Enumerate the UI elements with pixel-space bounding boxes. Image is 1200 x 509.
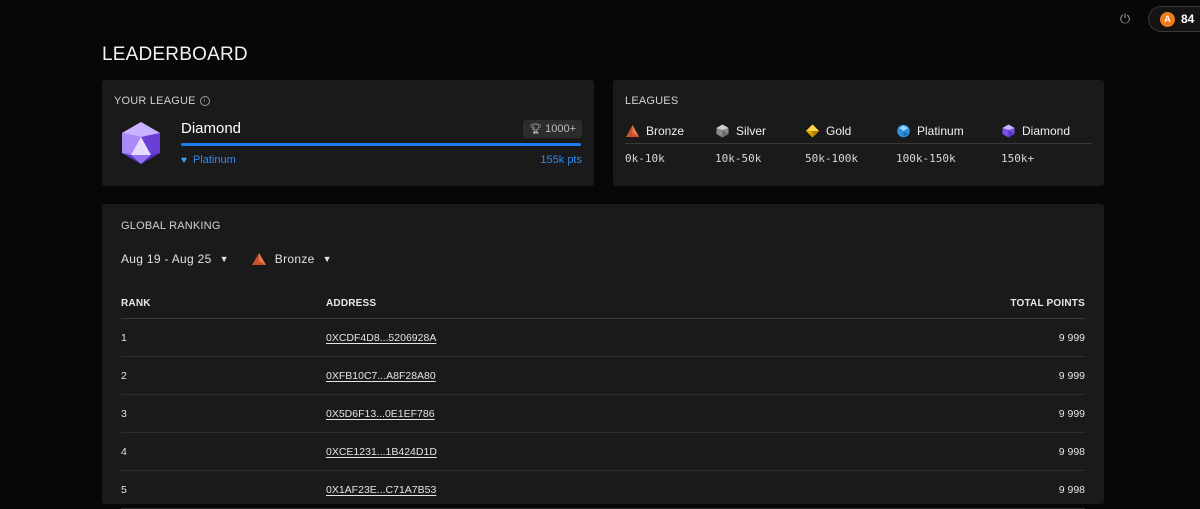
- info-icon[interactable]: i: [199, 96, 210, 106]
- league-range-diamond: 150k+: [1001, 152, 1035, 165]
- global-ranking-label: GLOBAL RANKING: [121, 220, 221, 232]
- league-progress-fill: [181, 143, 581, 146]
- column-header-rank[interactable]: RANK: [121, 298, 326, 309]
- league-range-bronze: 0k-10k: [625, 152, 665, 165]
- account-balance: 84: [1181, 12, 1195, 26]
- league-name: Diamond: [1022, 123, 1071, 138]
- league-points: 155k pts: [540, 154, 582, 166]
- silver-gem-icon: [716, 124, 729, 137]
- your-league-header: YOUR LEAGUE i: [114, 95, 210, 107]
- league-range-gold: 50k-100k: [805, 152, 858, 165]
- rank-cell: 5: [121, 483, 127, 496]
- rank-cell: 2: [121, 369, 127, 382]
- table-header: RANK ADDRESS TOTAL POINTS: [121, 288, 1085, 319]
- bronze-triangle-icon: [626, 124, 639, 137]
- leagues-label: LEAGUES: [625, 95, 679, 107]
- top-right-controls: ⏻ A 84: [1112, 6, 1200, 32]
- points-cell: 9 998: [1058, 483, 1085, 496]
- table-row: 2 0XFB10C7...A8F28A80 9 999: [121, 357, 1085, 395]
- rank-cell: 3: [121, 407, 127, 420]
- leagues-ranges-row: 0k-10k 10k-50k 50k-100k 100k-150k 150k+: [625, 152, 1092, 165]
- address-link[interactable]: 0X1AF23E...C71A7B53: [326, 484, 436, 496]
- league-name: Platinum: [917, 123, 964, 138]
- points-cell: 9 998: [1058, 445, 1085, 458]
- league-silver: Silver: [715, 124, 805, 138]
- rank-cell: 1: [121, 331, 127, 344]
- league-progress-bar: [181, 143, 581, 146]
- gold-gem-icon: [806, 124, 819, 137]
- diamond-gem-icon: [1002, 124, 1015, 137]
- points-cell: 9 999: [1058, 369, 1085, 382]
- league-bronze: Bronze: [625, 124, 715, 138]
- account-button[interactable]: A 84: [1148, 6, 1200, 32]
- leagues-names-row: Bronze Silver Gold Platinum Diamond: [625, 118, 1092, 144]
- league-gold: Gold: [805, 124, 896, 138]
- points-cell: 9 999: [1058, 407, 1085, 420]
- leagues-card: LEAGUES Bronze Silver Gold Platinum Diam…: [613, 80, 1104, 186]
- page-title: LEADERBOARD: [102, 44, 248, 65]
- league-platinum: Platinum: [896, 124, 1001, 138]
- ranking-filters: Aug 19 - Aug 25 ▼ Bronze ▼: [121, 252, 332, 266]
- league-name: Silver: [736, 123, 767, 138]
- address-link[interactable]: 0XCE1231...1B424D1D: [326, 446, 437, 458]
- chevron-down-icon: ▼: [322, 254, 332, 264]
- current-league-name: Diamond: [181, 120, 242, 137]
- avatar: A: [1160, 11, 1175, 27]
- column-header-address[interactable]: ADDRESS: [326, 298, 925, 309]
- league-diamond: Diamond: [1001, 124, 1091, 138]
- date-range-value: Aug 19 - Aug 25: [121, 252, 212, 266]
- points-cell: 9 999: [1058, 331, 1085, 344]
- diamond-league-gem-icon: [122, 122, 160, 164]
- your-league-card: YOUR LEAGUE i Diamond 🏆︎ 1000+ ♥ Platinu…: [102, 80, 594, 186]
- league-filter-dropdown[interactable]: Bronze ▼: [251, 252, 332, 266]
- ranking-table: RANK ADDRESS TOTAL POINTS 1 0XCDF4D8...5…: [121, 288, 1085, 509]
- table-row: 5 0X1AF23E...C71A7B53 9 998: [121, 471, 1085, 509]
- league-range-silver: 10k-50k: [715, 152, 762, 165]
- rank-cell: 4: [121, 445, 127, 458]
- league-range-platinum: 100k-150k: [896, 152, 956, 165]
- column-header-total-points[interactable]: TOTAL POINTS: [925, 298, 1085, 309]
- league-filter-value: Bronze: [274, 252, 315, 266]
- address-link[interactable]: 0XCDF4D8...5206928A: [326, 332, 436, 344]
- bronze-triangle-icon: [251, 253, 266, 265]
- league-rank-badge-text: 1000+: [545, 123, 576, 135]
- league-name: Bronze: [646, 123, 685, 138]
- platinum-gem-icon: [897, 124, 910, 137]
- power-icon[interactable]: ⏻: [1112, 6, 1138, 32]
- table-row: 3 0X5D6F13...0E1EF786 9 999: [121, 395, 1085, 433]
- next-league-name: Platinum: [192, 154, 236, 166]
- your-league-label: YOUR LEAGUE: [114, 95, 196, 107]
- league-rank-badge: 🏆︎ 1000+: [523, 120, 582, 138]
- table-row: 1 0XCDF4D8...5206928A 9 999: [121, 319, 1085, 357]
- address-link[interactable]: 0XFB10C7...A8F28A80: [326, 370, 436, 382]
- trophy-icon: 🏆︎: [529, 123, 543, 135]
- address-link[interactable]: 0X5D6F13...0E1EF786: [326, 408, 435, 420]
- table-row: 4 0XCE1231...1B424D1D 9 998: [121, 433, 1085, 471]
- platinum-heart-icon: ♥: [181, 154, 187, 166]
- date-range-dropdown[interactable]: Aug 19 - Aug 25 ▼: [121, 252, 229, 266]
- global-ranking-card: GLOBAL RANKING Aug 19 - Aug 25 ▼ Bronze …: [102, 204, 1104, 509]
- league-name: Gold: [826, 123, 852, 138]
- next-league: ♥ Platinum: [181, 154, 236, 166]
- chevron-down-icon: ▼: [219, 254, 229, 264]
